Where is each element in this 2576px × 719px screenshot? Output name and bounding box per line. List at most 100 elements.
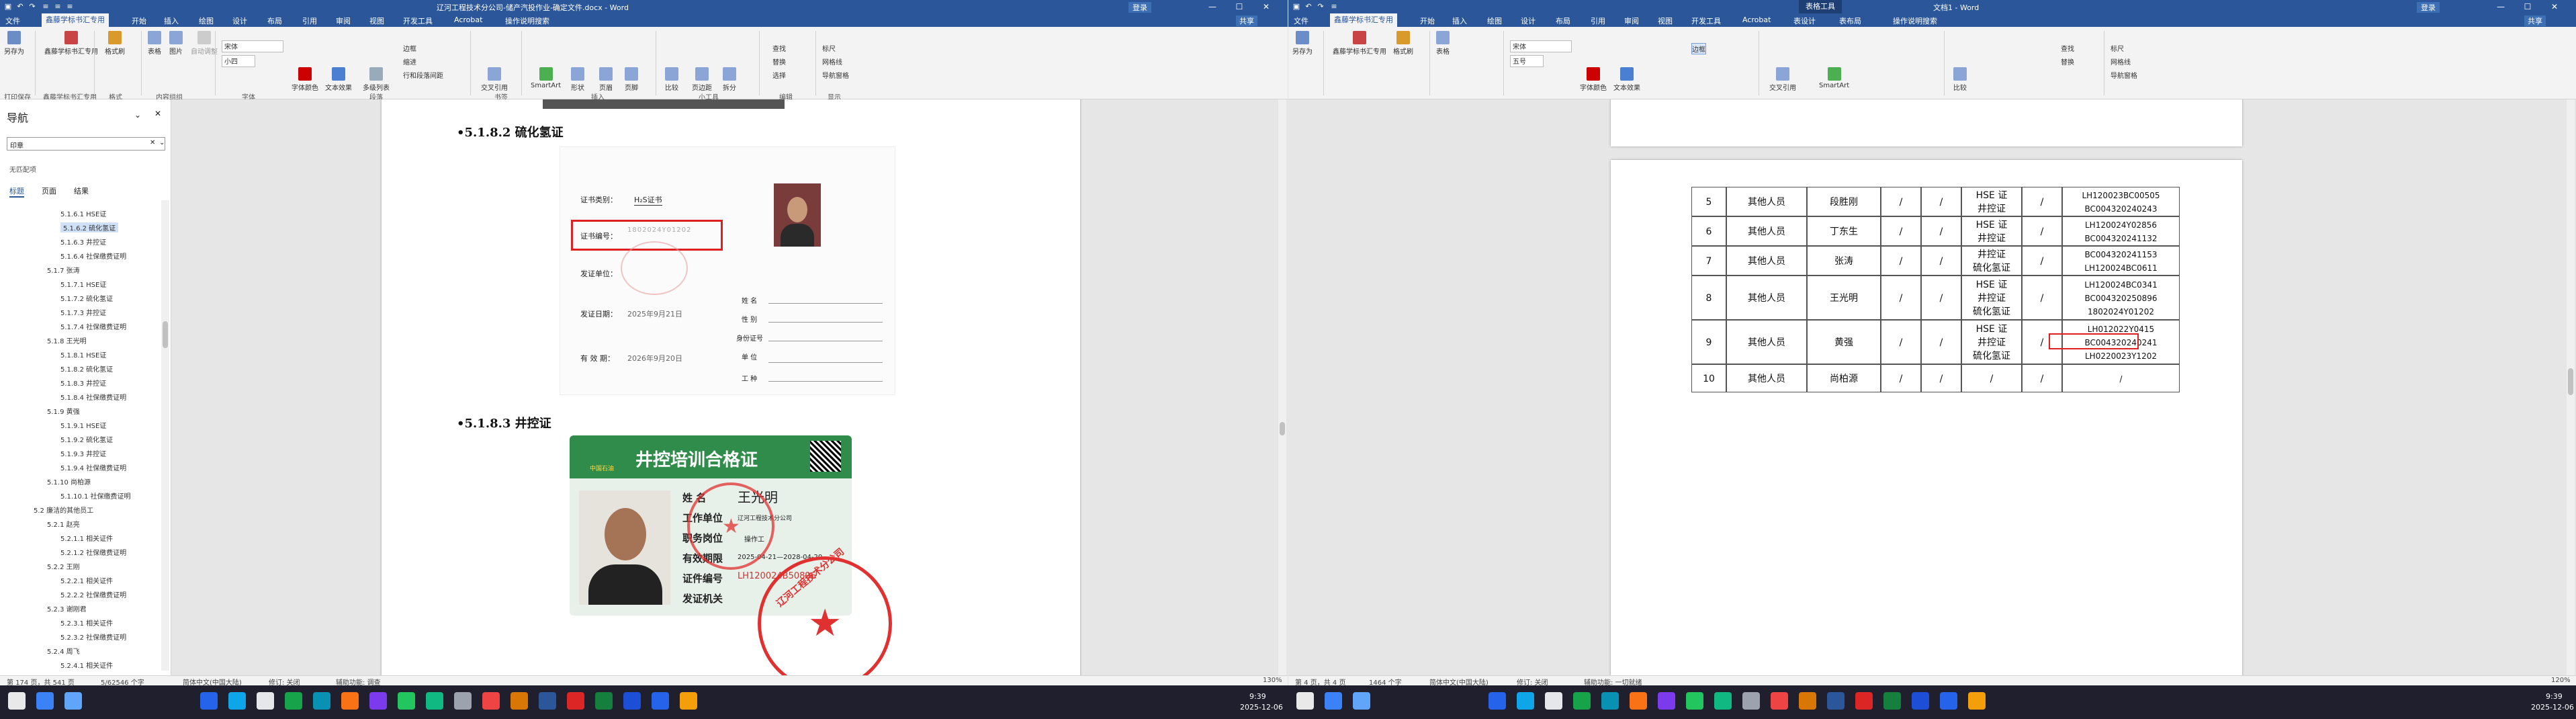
picture-button[interactable]: 图片 (169, 31, 183, 56)
font-size-select[interactable]: 小四 (222, 55, 255, 67)
smartart-button[interactable]: SmartArt (1819, 67, 1849, 89)
compare-button[interactable]: 比较 (665, 67, 678, 92)
table-cell[interactable]: / (1881, 276, 1921, 320)
table-cell[interactable]: / (1921, 364, 1961, 392)
app-icon[interactable] (652, 692, 669, 710)
zoom-level[interactable]: 120% (2551, 677, 2571, 684)
table-cell[interactable]: / (1881, 246, 1921, 276)
tab-xintan[interactable]: 鑫藤学标书汇专用 (42, 13, 109, 27)
table-cell[interactable]: 丁东生 (1807, 216, 1881, 246)
table-cell[interactable]: 黄强 (1807, 320, 1881, 364)
nav-tab-pages[interactable]: 页面 (42, 185, 56, 196)
nav-item[interactable]: 5.2 廉洁的其他员工 (34, 505, 93, 515)
select-button[interactable]: 选择 (772, 70, 786, 80)
text-effect-button[interactable]: 文本效果 (325, 67, 352, 92)
table-cell[interactable]: / (2022, 246, 2062, 276)
clear-search-icon[interactable]: ✕ (150, 139, 155, 146)
tell-me-search[interactable]: 操作说明搜索 (505, 15, 549, 26)
tab-acrobat[interactable]: Acrobat (1742, 15, 1771, 24)
undo-icon[interactable]: ↶ (1303, 1, 1314, 12)
table-cell[interactable]: / (1921, 246, 1961, 276)
nav-search-input[interactable]: 印章 ✕ ⌄ (7, 137, 165, 151)
tab-insert[interactable]: 插入 (164, 15, 179, 26)
nav-item[interactable]: 5.2.3.1 相关证件 (60, 618, 113, 628)
table-cell[interactable]: 其他人员 (1726, 216, 1807, 246)
language[interactable]: 简体中文(中国大陆) (1429, 677, 1489, 685)
app-icon[interactable] (1658, 692, 1675, 710)
nav-item[interactable]: 5.1.9.2 硫化氢证 (60, 434, 113, 444)
table-cell[interactable]: LH120024BC0341 BC004320250896 1802024Y01… (2062, 276, 2180, 320)
app-icon[interactable] (1742, 692, 1760, 710)
nav-item[interactable]: 5.2.1.1 相关证件 (60, 533, 113, 543)
ruler-checkbox[interactable]: 标尺 (822, 43, 836, 53)
scroll-thumb[interactable] (1280, 422, 1285, 435)
footer-button[interactable]: 页脚 (625, 67, 638, 92)
save-icon[interactable]: ▣ (1291, 1, 1302, 12)
tab-xintan[interactable]: 鑫藤学标书汇专用 (1330, 13, 1397, 27)
nav-item[interactable]: 5.2.2 王刚 (47, 561, 80, 571)
excel-icon[interactable] (595, 692, 613, 710)
tab-table-design[interactable]: 表设计 (1793, 15, 1816, 26)
line-spacing-button[interactable]: 行和段落间距 (403, 70, 443, 80)
chevron-down-icon[interactable]: ⌄ (134, 110, 141, 120)
table-cell[interactable]: HSE 证 井控证 硫化氢证 (1961, 276, 2022, 320)
table-cell[interactable]: / (1881, 216, 1921, 246)
border-button[interactable]: 边框 (403, 43, 416, 53)
task-view-icon[interactable] (64, 692, 82, 710)
table-cell[interactable]: 5 (1691, 187, 1726, 216)
table-cell[interactable]: BC004320241153 LH120024BC0611 (2062, 246, 2180, 276)
table-cell[interactable]: 王光明 (1807, 276, 1881, 320)
zoom-level[interactable]: 130% (1263, 677, 1282, 684)
tab-draw[interactable]: 绘图 (199, 15, 214, 26)
gridlines-checkbox[interactable]: 网格线 (822, 56, 842, 67)
table-cell[interactable]: 尚柏源 (1807, 364, 1881, 392)
nav-item[interactable]: 5.1.8.1 HSE证 (60, 349, 106, 360)
app-icon[interactable] (482, 692, 500, 710)
tab-references[interactable]: 引用 (302, 15, 317, 26)
table-cell[interactable]: 其他人员 (1726, 320, 1807, 364)
tab-design[interactable]: 设计 (232, 15, 247, 26)
scroll-thumb[interactable] (2568, 368, 2573, 395)
app-icon[interactable] (341, 692, 359, 710)
tab-references[interactable]: 引用 (1591, 15, 1605, 26)
share-button[interactable]: 共享 (2524, 15, 2546, 26)
tab-home[interactable]: 开始 (132, 15, 146, 26)
font-select[interactable]: 宋体 (222, 40, 283, 52)
tab-developer[interactable]: 开发工具 (403, 15, 433, 26)
app-icon[interactable] (454, 692, 472, 710)
font-color-button[interactable]: 字体颜色 (1580, 67, 1607, 92)
table-cell[interactable]: 10 (1691, 364, 1726, 392)
nav-item[interactable]: 5.1.7 张涛 (47, 265, 80, 275)
nav-tab-results[interactable]: 结果 (74, 185, 89, 196)
table-cell[interactable]: HSE 证 井控证 (1961, 216, 2022, 246)
text-effect-button[interactable]: 文本效果 (1613, 67, 1640, 92)
accessibility[interactable]: 辅助功能: 调查 (336, 677, 381, 685)
table-cell[interactable]: LH120023BC00505 BC004320240243 (2062, 187, 2180, 216)
page-count[interactable]: 第 174 页，共 541 页 (7, 677, 75, 685)
align-left-icon[interactable]: ≡ (1329, 1, 1339, 12)
tab-design[interactable]: 设计 (1521, 15, 1536, 26)
nav-item[interactable]: 5.1.7.2 硫化氢证 (60, 293, 113, 303)
table-button[interactable]: 表格 (148, 31, 161, 56)
tab-file[interactable]: 文件 (5, 15, 20, 26)
margins-button[interactable]: 页边距 (692, 67, 712, 92)
start-icon[interactable] (1296, 692, 1314, 710)
align-right-icon[interactable]: ≡ (64, 1, 75, 12)
app-icon[interactable] (1968, 692, 1986, 710)
close-icon[interactable]: ✕ (2544, 0, 2565, 13)
language[interactable]: 简体中文(中国大陆) (183, 677, 242, 685)
app-icon[interactable] (1799, 692, 1816, 710)
maximize-icon[interactable]: ☐ (2518, 0, 2538, 13)
explorer-icon[interactable] (1545, 692, 1562, 710)
app-icon[interactable] (1771, 692, 1788, 710)
table-cell[interactable]: 张涛 (1807, 246, 1881, 276)
auto-fit-button[interactable]: 自动调整 (191, 31, 218, 56)
table-cell[interactable]: 8 (1691, 276, 1726, 320)
acrobat-icon[interactable] (567, 692, 584, 710)
edge-icon[interactable] (200, 692, 218, 710)
table-cell[interactable]: / (1961, 364, 2022, 392)
page-count[interactable]: 第 4 页，共 4 页 (1295, 677, 1345, 685)
ruler-checkbox[interactable]: 标尺 (2111, 43, 2124, 53)
date[interactable]: 2025-12-06 (2531, 703, 2574, 712)
store-icon[interactable] (228, 692, 246, 710)
